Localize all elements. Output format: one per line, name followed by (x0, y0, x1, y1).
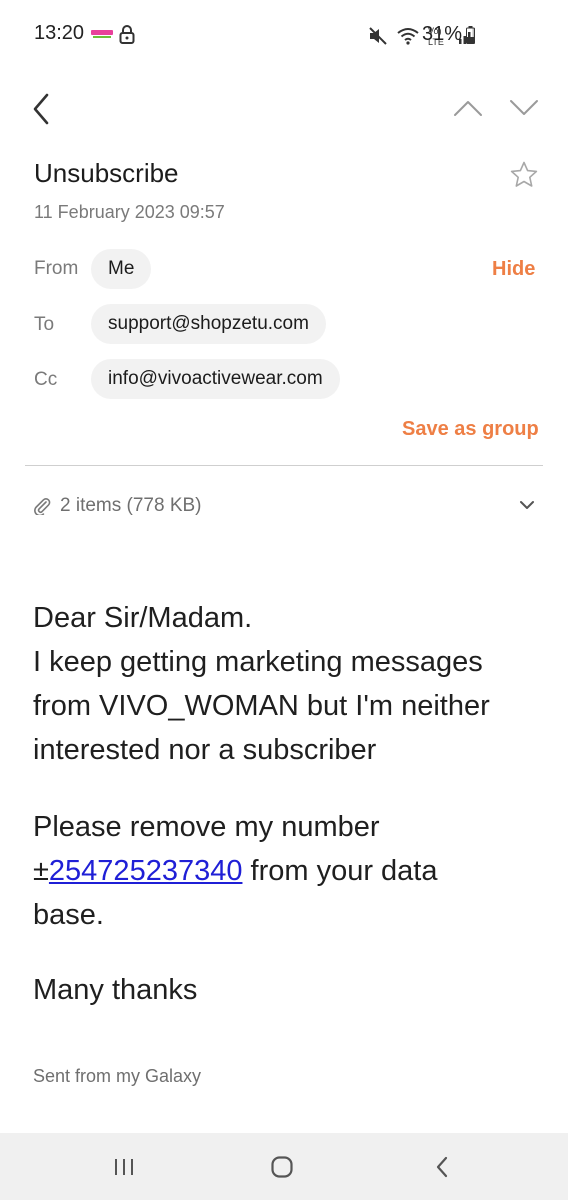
body-line: Many thanks (33, 974, 198, 1006)
body-text-fragment: from your data (242, 855, 438, 887)
email-subject: Unsubscribe (34, 158, 179, 188)
battery-percent: 31% (422, 23, 463, 45)
paperclip-icon (34, 498, 51, 515)
body-paragraph-1: Dear Sir/Madam. I keep getting marketing… (33, 596, 543, 772)
header-divider (25, 465, 543, 466)
plus-minus-sign: ± (33, 855, 49, 887)
recent-apps-icon[interactable] (113, 1157, 135, 1177)
cc-chip[interactable]: info@vivoactivewear.com (91, 359, 340, 399)
chevron-down-icon[interactable] (518, 499, 536, 511)
previous-email-icon[interactable] (452, 98, 484, 118)
phone-number-link[interactable]: 254725237340 (49, 855, 243, 887)
from-label: From (34, 258, 79, 279)
status-time: 13:20 (34, 22, 85, 44)
status-bar: 13:20 Vo) LTE 31% (0, 0, 568, 70)
from-chip[interactable]: Me (91, 249, 152, 289)
to-label: To (34, 314, 55, 335)
body-line: interested nor a subscriber (33, 734, 377, 766)
back-arrow-icon[interactable] (30, 92, 54, 126)
email-signature: Sent from my Galaxy (33, 1066, 202, 1086)
body-paragraph-2: Please remove my number ±254725237340 fr… (33, 805, 543, 937)
cc-label: Cc (34, 369, 58, 390)
body-line: Please remove my number (33, 811, 380, 843)
save-as-group-button[interactable]: Save as group (402, 418, 539, 441)
body-line: base. (33, 899, 104, 931)
home-icon[interactable] (270, 1155, 294, 1179)
app-notification-icon (91, 30, 113, 38)
wifi-icon (397, 28, 419, 45)
body-line: I keep getting marketing messages (33, 646, 483, 678)
body-line: ±254725237340 from your data (33, 849, 543, 893)
navigation-bar (0, 1133, 568, 1200)
lock-icon (119, 25, 135, 44)
body-line: from VIVO_WOMAN but I'm neither (33, 690, 490, 722)
mute-icon (369, 27, 387, 45)
body-line: Dear Sir/Madam. (33, 602, 253, 634)
email-date: 11 February 2023 09:57 (34, 202, 225, 222)
star-icon[interactable] (509, 160, 539, 190)
hide-button[interactable]: Hide (492, 258, 535, 281)
battery-icon (466, 26, 475, 44)
next-email-icon[interactable] (508, 98, 540, 118)
nav-back-icon[interactable] (435, 1156, 449, 1178)
body-paragraph-3: Many thanks (33, 968, 543, 1012)
attachments-summary[interactable]: 2 items (778 KB) (60, 495, 202, 517)
to-chip[interactable]: support@shopzetu.com (91, 304, 326, 344)
